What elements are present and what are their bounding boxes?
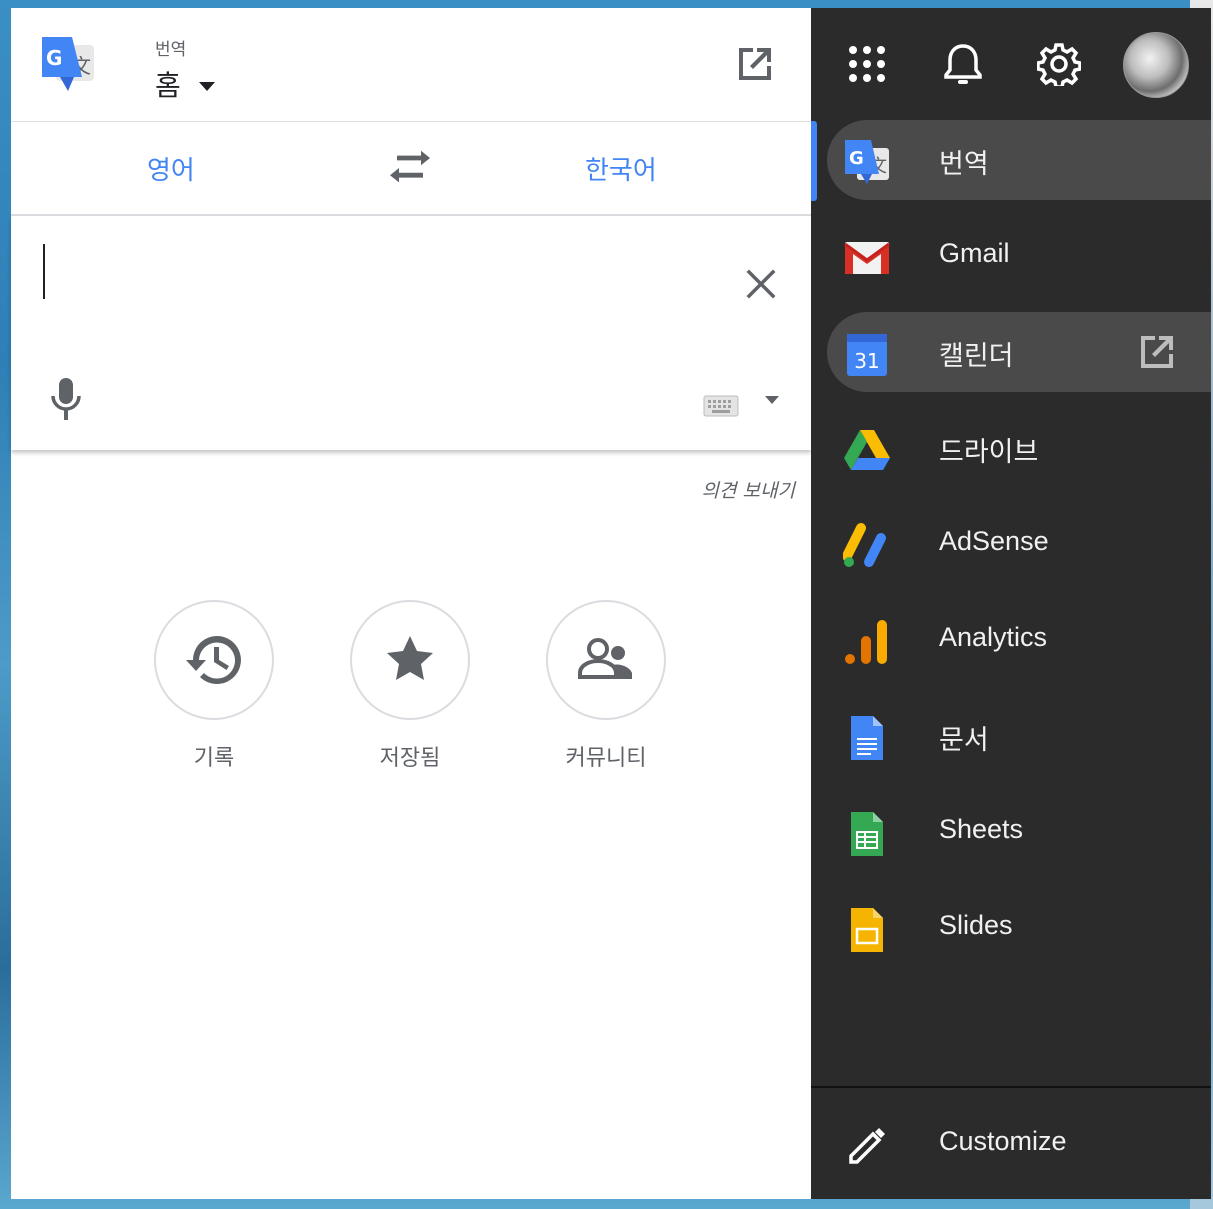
close-icon[interactable] <box>743 266 779 302</box>
google-translate-icon: 文 G <box>845 140 889 184</box>
svg-text:G: G <box>849 148 864 169</box>
drawer-item-translate[interactable]: 文 G 번역 <box>827 120 1211 200</box>
drawer-item-sheets[interactable]: Sheets <box>827 792 1211 872</box>
history-button[interactable]: 기록 <box>152 600 276 772</box>
drawer-item-docs[interactable]: 문서 <box>827 696 1211 776</box>
drawer-item-label: 캘린더 <box>939 341 1014 371</box>
calendar-day: 31 <box>854 349 879 373</box>
swap-languages-icon[interactable] <box>389 150 431 188</box>
star-icon <box>387 636 433 680</box>
drive-icon <box>844 430 890 470</box>
open-in-new-icon[interactable] <box>735 44 775 84</box>
caret-down-icon <box>198 81 215 91</box>
saved-button[interactable]: 저장됨 <box>348 600 472 772</box>
keyboard-options-caret-icon[interactable] <box>765 396 779 404</box>
saved-circle <box>350 600 470 720</box>
apps-grid-icon[interactable] <box>845 42 889 86</box>
history-label: 기록 <box>193 746 235 771</box>
customize-button[interactable]: Customize <box>827 1104 1211 1184</box>
history-circle <box>154 600 274 720</box>
drawer-item-adsense[interactable]: AdSense <box>827 504 1211 584</box>
drawer-item-label: Sheets <box>939 814 1024 844</box>
drawer-item-drive[interactable]: 드라이브 <box>827 408 1211 488</box>
community-icon <box>578 638 632 679</box>
drawer-item-label: Gmail <box>939 238 1010 268</box>
analytics-icon <box>845 620 887 664</box>
community-label: 커뮤니티 <box>565 746 647 771</box>
translate-panel: 文 G 번역 홈 영어 한국어 의견 보내기 기록 저장됨 커뮤니티 <box>11 8 811 1199</box>
customize-label: Customize <box>939 1126 1067 1156</box>
calendar-icon: 31 <box>847 334 887 376</box>
account-avatar[interactable] <box>1123 32 1189 98</box>
page-dropdown[interactable]: 홈 <box>155 64 215 104</box>
drawer-item-label: Slides <box>939 910 1013 940</box>
target-language-button[interactable]: 한국어 <box>585 150 657 187</box>
sheets-icon <box>851 812 883 856</box>
gear-icon[interactable] <box>1037 42 1081 86</box>
open-in-new-icon[interactable] <box>1137 332 1177 372</box>
pencil-icon <box>849 1128 885 1164</box>
text-cursor <box>43 244 45 299</box>
history-icon <box>186 636 241 684</box>
adsense-icon <box>843 523 886 567</box>
source-text-input[interactable] <box>41 238 705 332</box>
drawer-item-label: 번역 <box>939 149 989 179</box>
drawer-item-gmail[interactable]: Gmail <box>827 216 1211 296</box>
drawer-toolbar <box>811 8 1211 118</box>
community-button[interactable]: 커뮤니티 <box>544 600 668 772</box>
app-drawer: 文 G 번역 Gmail 31 캘린더 드라이브 AdSense Analyti… <box>811 8 1211 1199</box>
app-header: 文 G 번역 홈 <box>11 8 811 122</box>
page-title: 홈 <box>155 69 181 102</box>
gmail-icon <box>844 242 890 274</box>
drawer-item-analytics[interactable]: Analytics <box>827 600 1211 680</box>
drawer-item-label: AdSense <box>939 526 1049 556</box>
language-bar: 영어 한국어 <box>11 122 811 216</box>
drawer-item-label: Analytics <box>939 622 1048 652</box>
active-indicator <box>811 121 817 201</box>
community-circle <box>546 600 666 720</box>
drawer-item-label: 드라이브 <box>939 437 1039 467</box>
keyboard-icon[interactable] <box>703 394 739 418</box>
send-feedback-link[interactable]: 의견 보내기 <box>702 476 795 503</box>
slides-icon <box>851 908 883 952</box>
source-language-button[interactable]: 영어 <box>147 150 195 187</box>
saved-label: 저장됨 <box>379 746 441 771</box>
google-translate-logo-icon: 文 G <box>42 37 94 91</box>
microphone-icon[interactable] <box>49 376 83 422</box>
input-card <box>11 216 811 450</box>
drawer-item-label: 문서 <box>939 725 989 755</box>
bell-icon[interactable] <box>941 42 985 86</box>
docs-icon <box>851 716 883 760</box>
drawer-item-calendar[interactable]: 31 캘린더 <box>827 312 1211 392</box>
drawer-item-slides[interactable]: Slides <box>827 888 1211 968</box>
svg-text:G: G <box>46 46 62 70</box>
drawer-divider <box>811 1086 1211 1088</box>
app-subtitle: 번역 <box>155 40 187 60</box>
